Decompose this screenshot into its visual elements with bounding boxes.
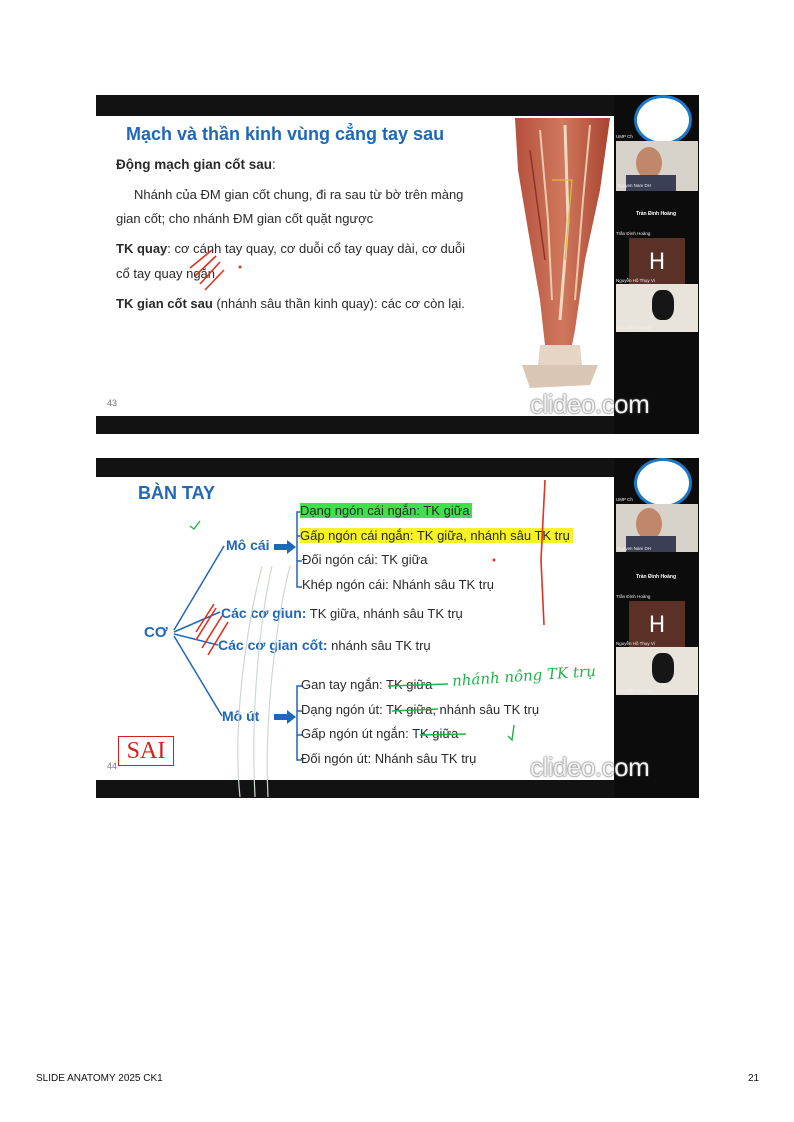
slide-43-watermark: clideo.com [530, 389, 650, 419]
gian-cot-label: Các cơ gian cốt: [218, 637, 328, 653]
mo-ut-item-2: Dạng ngón út: TK giữa, nhánh sâu TK trụ [301, 702, 540, 717]
mo-cai-item-2: Gấp ngón cái ngắn: TK giữa, nhánh sâu TK… [300, 528, 573, 543]
gian-cot-text: nhánh sâu TK trụ [327, 638, 431, 653]
slide-44-number: 44 [107, 761, 118, 771]
tk-quay-label: TK quay [116, 241, 168, 256]
slide-44-title: BÀN TAY [138, 483, 216, 503]
main-name-44: Trần Đình Hoàng [636, 574, 676, 580]
slide-43-number: 43 [107, 398, 118, 408]
mo-cai-item-1: Dạng ngón cái ngắn: TK giữa [300, 503, 472, 518]
mo-cai-item-4: Khép ngón cái: Nhánh sâu TK trụ [302, 577, 494, 592]
giun-text: TK giữa, nhánh sâu TK trụ [306, 606, 463, 621]
heading-text: Động mạch gian cốt sau [116, 157, 273, 172]
presenter-video-44 [616, 504, 698, 552]
slide-43-title: Mạch và thần kinh vùng cẳng tay sau [126, 124, 445, 144]
name3-43: Nguyễn Hồ Thụy Vi [616, 278, 655, 283]
mo-ut-label: Mô út [222, 708, 260, 724]
name4-43: Giao Bảo Trường [616, 325, 651, 330]
tk-quay-desc: : cơ cánh tay quay, cơ duỗi cổ tay quay … [167, 241, 466, 256]
video-top-label-43: UMP Ch [616, 134, 633, 139]
mo-cai-item-3: Đối ngón cái: TK giữa [302, 552, 428, 567]
university-logo-43 [634, 95, 692, 145]
slide-44-watermark: clideo.com [530, 752, 650, 782]
tk-gian-cot-label: TK gian cốt sau [116, 296, 213, 311]
main-name-43: Trần Đình Hoàng [636, 211, 676, 217]
tk-gian-cot-desc: (nhánh sâu thần kinh quay): các cơ còn l… [212, 296, 465, 311]
tree-root-co: CƠ [144, 624, 168, 641]
footer-doc-title: SLIDE ANATOMY 2025 CK1 [36, 1073, 163, 1084]
sai-stamp: SAI [118, 736, 174, 766]
slide-43-p1-line1: Nhánh của ĐM gian cốt chung, đi ra sau t… [134, 187, 464, 202]
mo-ut-item-1: Gan tay ngắn: TK giữa [301, 677, 433, 692]
presenter-label-44: Nguyen Nam DH [617, 546, 652, 551]
name2-43: Trần Đình Hoàng [616, 231, 651, 236]
slide-43-tk-quay-line2: cổ tay quay ngắn. [116, 266, 219, 281]
slide-43-heading: Động mạch gian cốt sau: [116, 157, 276, 172]
slide-43-tk-gian-cot: TK gian cốt sau (nhánh sâu thần kinh qua… [116, 296, 465, 311]
giun-label: Các cơ giun: [221, 605, 307, 621]
mo-ut-item-4: Đối ngón út: Nhánh sâu TK trụ [301, 751, 477, 766]
footer-page-number: 21 [748, 1073, 760, 1084]
heading-colon: : [272, 157, 276, 172]
slide-43-frame [96, 95, 699, 434]
presenter-label-43: Nguyen Nam DH [617, 183, 652, 188]
mo-ut-item-3: Gấp ngón út ngắn: TK giữa [301, 726, 459, 741]
university-logo-44 [634, 458, 692, 508]
cac-co-giun: Các cơ giun: TK giữa, nhánh sâu TK trụ [221, 605, 463, 621]
name2-44: Trần Đình Hoàng [616, 594, 651, 599]
cac-co-gian-cot: Các cơ gian cốt: nhánh sâu TK trụ [218, 637, 431, 653]
slide-43-tk-quay-line1: TK quay: cơ cánh tay quay, cơ duỗi cổ ta… [116, 241, 465, 256]
slide-43-p1-line2: gian cốt; cho nhánh ĐM gian cốt quặt ngư… [116, 211, 374, 226]
mo-cai-label: Mô cái [226, 537, 270, 553]
name4-44: Giao Bảo Trường [616, 688, 651, 693]
video-top-label-44: UMP Ch [616, 497, 633, 502]
name3-44: Nguyễn Hồ Thụy Vi [616, 641, 655, 646]
